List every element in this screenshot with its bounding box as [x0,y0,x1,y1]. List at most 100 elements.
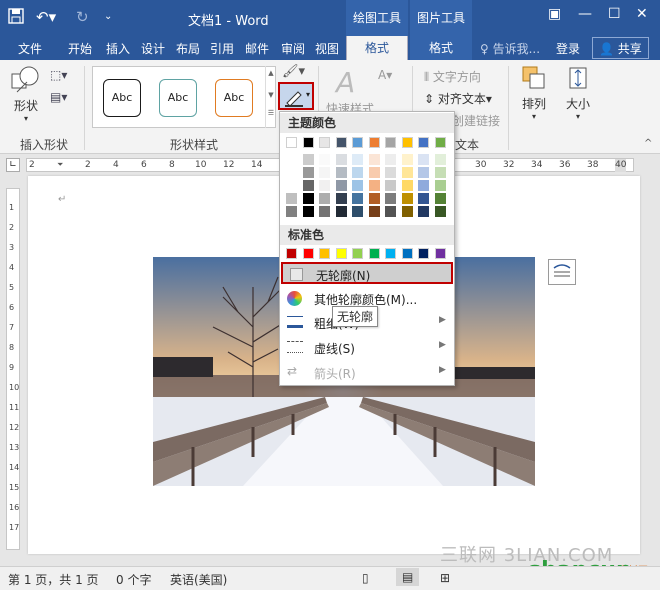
arrows-item[interactable]: ⇄ 箭头(R) ▶ [281,362,453,384]
ribbon-options-icon[interactable]: ▣ [548,6,561,22]
theme-color-shade-swatch[interactable] [302,180,314,191]
theme-color-shade-swatch[interactable] [368,167,380,178]
maximize-icon[interactable]: ☐ [608,6,621,22]
theme-color-shade-swatch[interactable] [335,167,347,178]
size-button[interactable]: 大小 ▾ [560,64,596,121]
standard-color-swatch[interactable] [286,248,297,259]
arrange-button[interactable]: 排列 ▾ [516,64,552,121]
theme-color-shade-swatch[interactable] [434,154,446,165]
theme-color-shade-swatch[interactable] [401,206,413,217]
theme-color-shade-swatch[interactable] [286,154,297,165]
theme-color-shade-swatch[interactable] [286,167,297,178]
standard-color-swatch[interactable] [335,248,347,259]
theme-color-shade-swatch[interactable] [335,193,347,204]
tab-mailings[interactable]: 邮件 [245,40,269,57]
redo-icon[interactable]: ↻ [76,8,89,26]
theme-color-shade-swatch[interactable] [401,154,413,165]
align-text-button[interactable]: ⇕ 对齐文本▾ [424,90,492,107]
theme-color-swatch[interactable] [319,137,330,148]
theme-color-shade-swatch[interactable] [385,167,396,178]
shape-outline-button[interactable]: ▾ [278,82,314,110]
style-preset-3[interactable]: Abc [215,79,253,117]
standard-color-swatch[interactable] [319,248,330,259]
tab-format-picture[interactable]: 格式 [410,36,472,60]
theme-color-swatch[interactable] [368,137,380,148]
theme-color-shade-swatch[interactable] [319,193,330,204]
theme-color-shade-swatch[interactable] [418,193,429,204]
theme-color-swatch[interactable] [302,137,314,148]
theme-color-shade-swatch[interactable] [335,206,347,217]
share-button[interactable]: 👤 共享 [592,37,649,59]
theme-color-shade-swatch[interactable] [352,206,363,217]
theme-color-shade-swatch[interactable] [335,154,347,165]
theme-color-shade-swatch[interactable] [335,180,347,191]
gallery-scrollbar[interactable]: ▲ ▼ ☰ [265,66,276,128]
standard-color-swatch[interactable] [418,248,429,259]
vertical-ruler[interactable]: 1 2 3 4 5 6 7 8 9 10 11 12 13 14 15 16 1… [6,188,20,550]
collapse-ribbon-icon[interactable]: ^ [644,138,652,149]
theme-color-shade-swatch[interactable] [368,206,380,217]
print-layout-icon[interactable]: ▤ [396,568,420,586]
theme-color-shade-swatch[interactable] [286,193,297,204]
theme-color-shade-swatch[interactable] [319,167,330,178]
theme-color-shade-swatch[interactable] [352,180,363,191]
theme-color-shade-swatch[interactable] [434,193,446,204]
theme-color-shade-swatch[interactable] [401,193,413,204]
theme-color-shade-swatch[interactable] [401,180,413,191]
no-outline-item[interactable]: 无轮廓(N) [281,262,453,284]
theme-color-shade-swatch[interactable] [286,180,297,191]
theme-color-shade-swatch[interactable] [434,180,446,191]
dashes-item[interactable]: 虚线(S) ▶ [281,337,453,359]
text-box-icon[interactable]: ▤▾ [50,90,67,104]
theme-color-shade-swatch[interactable] [418,206,429,217]
sign-in-link[interactable]: 登录 [556,40,580,57]
wordart-quick-style-icon[interactable]: A [336,66,355,99]
tab-view[interactable]: 视图 [315,40,339,57]
theme-color-swatch[interactable] [385,137,396,148]
theme-color-shade-swatch[interactable] [319,180,330,191]
theme-color-shade-swatch[interactable] [319,154,330,165]
tab-file[interactable]: 文件 [18,40,42,57]
layout-options-icon[interactable] [548,259,576,285]
theme-color-swatch[interactable] [286,137,297,148]
tab-stop-selector[interactable]: ∟ [6,158,20,172]
theme-color-swatch[interactable] [352,137,363,148]
theme-color-shade-swatch[interactable] [418,154,429,165]
language-indicator[interactable]: 英语(美国) [170,571,227,588]
theme-color-shade-swatch[interactable] [302,193,314,204]
tab-insert[interactable]: 插入 [106,40,130,57]
minimize-icon[interactable]: — [578,6,592,22]
standard-color-swatch[interactable] [368,248,380,259]
theme-color-shade-swatch[interactable] [352,193,363,204]
tab-review[interactable]: 审阅 [281,40,305,57]
theme-color-swatch[interactable] [434,137,446,148]
create-link-button[interactable]: 创建链接 [452,112,500,129]
tab-home[interactable]: 开始 [68,40,92,57]
theme-color-shade-swatch[interactable] [302,167,314,178]
read-mode-icon[interactable]: ▯ [362,571,369,585]
indent-marker-icon[interactable]: ⏷ [57,160,63,170]
theme-color-shade-swatch[interactable] [368,193,380,204]
tab-design[interactable]: 设计 [141,40,165,57]
gallery-down-icon[interactable]: ▼ [266,91,276,99]
standard-color-swatch[interactable] [401,248,413,259]
theme-color-swatch[interactable] [335,137,347,148]
save-icon[interactable] [8,8,24,28]
tab-layout[interactable]: 布局 [176,40,200,57]
text-direction-button[interactable]: ⫴ 文字方向 [424,68,481,85]
standard-color-swatch[interactable] [434,248,446,259]
customize-qat-icon[interactable]: ⌄ [104,8,112,26]
theme-color-shade-swatch[interactable] [434,167,446,178]
theme-color-shade-swatch[interactable] [418,180,429,191]
style-preset-1[interactable]: Abc [103,79,141,117]
theme-color-shade-swatch[interactable] [368,180,380,191]
theme-color-shade-swatch[interactable] [385,180,396,191]
text-fill-icon[interactable]: A▾ [378,68,392,82]
word-count[interactable]: 0 个字 [116,571,151,588]
theme-color-shade-swatch[interactable] [418,167,429,178]
gallery-more-icon[interactable]: ☰ [266,109,276,117]
theme-color-shade-swatch[interactable] [368,154,380,165]
theme-color-shade-swatch[interactable] [302,206,314,217]
close-icon[interactable]: ✕ [636,6,648,22]
theme-color-shade-swatch[interactable] [434,206,446,217]
